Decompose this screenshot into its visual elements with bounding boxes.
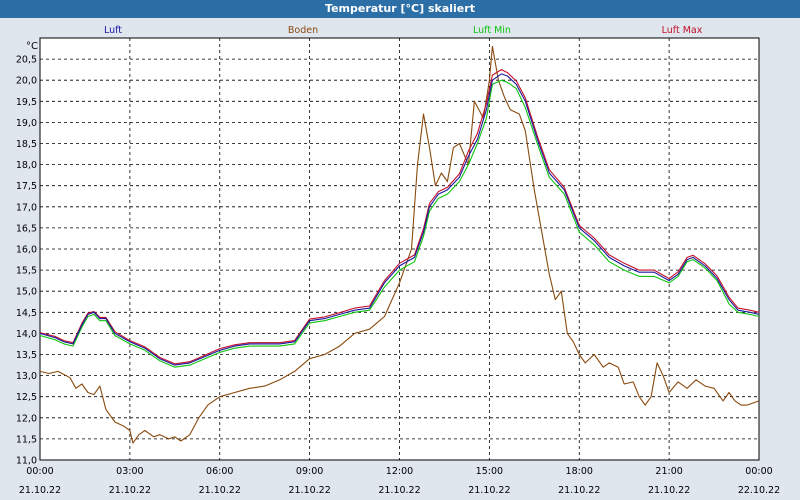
x-tick-date: 21.10.22 <box>648 485 690 496</box>
x-tick-time: 06:00 <box>206 466 233 477</box>
y-tick-label: 16,0 <box>16 245 37 256</box>
y-tick-label: 19,0 <box>16 118 37 129</box>
y-tick-label: 18,0 <box>16 160 37 171</box>
x-tick-date: 22.10.22 <box>738 485 780 496</box>
x-axis-ticks: 00:00 21.10.22 03:00 21.10.22 06:00 21.10.22 0… <box>19 466 780 496</box>
x-tick-time: 00:00 <box>26 466 53 477</box>
x-tick-date: 21.10.22 <box>558 485 600 496</box>
y-tick-label: 17,5 <box>16 181 37 192</box>
x-tick-date: 21.10.22 <box>199 485 241 496</box>
x-tick-time: 12:00 <box>386 466 413 477</box>
chart-window: Temperatur [°C] skaliert Luft Boden Luft M… <box>0 0 800 500</box>
legend-item-luft: Luft <box>104 25 122 36</box>
chart-canvas: Luft Boden Luft Min Luft Max 11,0 11,5 12,0 12… <box>16 25 780 496</box>
y-tick-label: 11,0 <box>16 456 37 467</box>
y-tick-label: 20,5 <box>16 55 37 66</box>
y-tick-label: 20,0 <box>16 76 37 87</box>
y-tick-label: 18,5 <box>16 139 37 150</box>
y-tick-label: 15,5 <box>16 266 37 277</box>
x-tick-time: 09:00 <box>296 466 323 477</box>
y-axis-unit-label: °C <box>26 41 38 52</box>
x-tick-time: 18:00 <box>566 466 593 477</box>
legend-item-luft-min: Luft Min <box>473 25 511 36</box>
y-tick-label: 12,5 <box>16 392 37 403</box>
x-tick-date: 21.10.22 <box>288 485 330 496</box>
y-tick-label: 13,0 <box>16 371 37 382</box>
chart-title: Temperatur [°C] skaliert <box>0 0 800 18</box>
x-tick-date: 21.10.22 <box>109 485 151 496</box>
y-tick-label: 13,5 <box>16 350 37 361</box>
legend-item-luft-max: Luft Max <box>662 25 703 36</box>
legend: Luft Boden Luft Min Luft Max <box>104 25 703 36</box>
x-tick-date: 21.10.22 <box>19 485 61 496</box>
y-tick-label: 11,5 <box>16 434 37 445</box>
x-tick-time: 15:00 <box>476 466 503 477</box>
y-axis-ticks: 11,0 11,5 12,0 12,5 13,0 13,5 14,0 14,5 15,0 15,5… <box>16 55 37 467</box>
y-tick-label: 19,5 <box>16 97 37 108</box>
y-tick-label: 16,5 <box>16 223 37 234</box>
legend-item-boden: Boden <box>288 25 318 36</box>
y-tick-label: 14,0 <box>16 329 37 340</box>
x-tick-time: 03:00 <box>116 466 143 477</box>
x-tick-time: 21:00 <box>655 466 682 477</box>
x-tick-date: 21.10.22 <box>378 485 420 496</box>
x-tick-date: 21.10.22 <box>468 485 510 496</box>
y-tick-label: 15,0 <box>16 287 37 298</box>
x-tick-time: 00:00 <box>745 466 772 477</box>
y-tick-label: 17,0 <box>16 202 37 213</box>
y-tick-label: 14,5 <box>16 308 37 319</box>
y-tick-label: 12,0 <box>16 413 37 424</box>
